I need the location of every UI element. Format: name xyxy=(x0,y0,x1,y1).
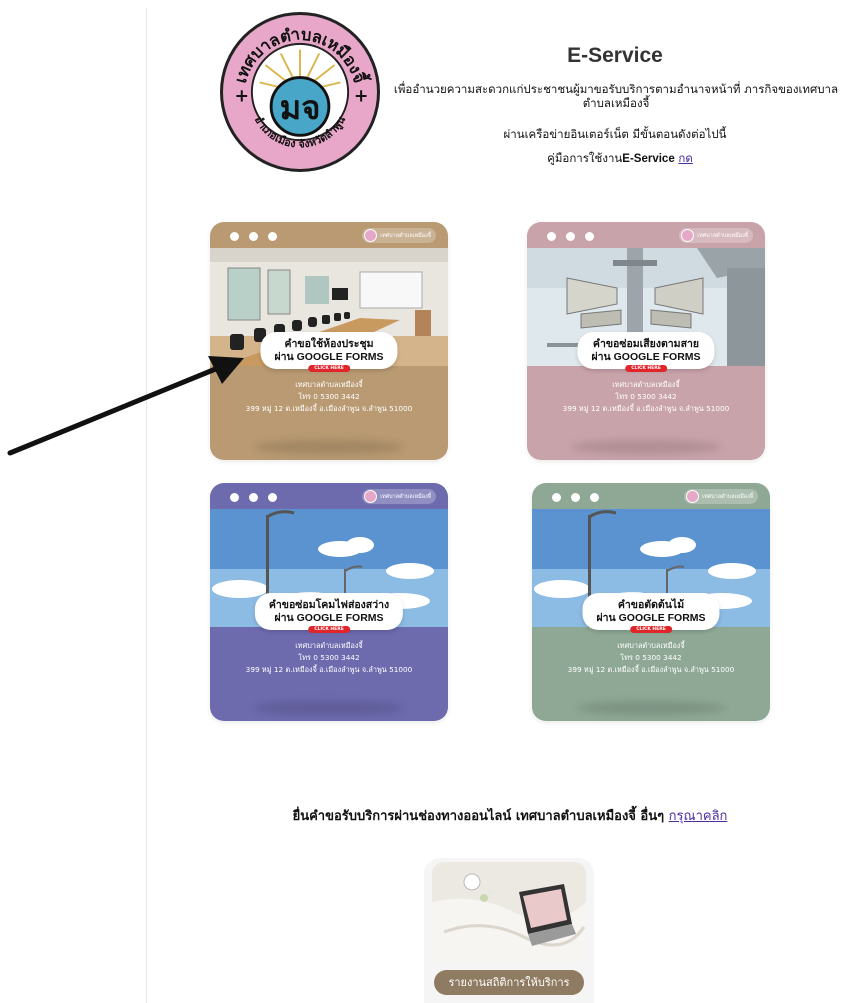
service-card-street-light[interactable]: เทศบาลตำบลเหมืองจี้ คำขอซ่อมโคมไฟส่องสว่… xyxy=(210,483,448,721)
service-stats-button[interactable]: รายงานสถิติการให้บริการ xyxy=(434,970,584,995)
card-title: คำขอซ่อมโคมไฟส่องสว่าง xyxy=(268,599,390,611)
service-card-tree-cutting[interactable]: เทศบาลตำบลเหมืองจี้ คำขอตัดต้นไม้ ผ่าน G… xyxy=(532,483,770,721)
page-divider xyxy=(146,8,147,1003)
seal-mini-icon xyxy=(364,229,378,242)
click-here-button[interactable]: CLICK HERE xyxy=(308,365,350,372)
card-contact-info: เทศบาลตำบลเหมืองจี้ โทร 0 5300 3442 399 หม… xyxy=(245,641,413,674)
card-title-pill: คำขอใช้ห้องประชุม ผ่าน GOOGLE FORMS xyxy=(260,332,398,369)
page-subtext: ผ่านเครือข่ายอินเตอร์เน็ต มีขั้นตอนดังต่… xyxy=(503,127,727,141)
svg-text:+: + xyxy=(354,87,369,107)
window-dots-icon xyxy=(547,232,594,241)
brand-badge: เทศบาลตำบลเหมืองจี้ xyxy=(679,228,753,243)
manual-prefix: คู่มือการใช้งาน xyxy=(547,151,623,165)
card-contact-info: เทศบาลตำบลเหมืองจี้ โทร 0 5300 3442 399 หม… xyxy=(562,380,730,413)
card-title: คำขอใช้ห้องประชุม xyxy=(284,338,374,350)
window-dots-icon xyxy=(230,493,277,502)
click-here-button[interactable]: CLICK HERE xyxy=(308,626,350,633)
service-stats-card[interactable]: รายงานสถิติการให้บริการ xyxy=(424,858,594,1003)
card-title: คำขอซ่อมเสียงตามสาย xyxy=(592,338,700,350)
seal-mini-icon xyxy=(686,490,700,503)
manual-line: คู่มือการใช้งานE-Service กด xyxy=(520,150,720,168)
other-services-link[interactable]: กรุณาคลิก xyxy=(669,809,728,824)
municipality-seal-logo: มจ เทศบาลตำบลเหมืองจี้ อำเภอเมือง จังหวั… xyxy=(220,12,380,172)
window-dots-icon xyxy=(552,493,599,502)
seal-center-text: มจ xyxy=(280,89,321,127)
card-title: คำขอตัดต้นไม้ xyxy=(617,599,685,611)
brand-badge: เทศบาลตำบลเหมืองจี้ xyxy=(362,228,436,243)
page-title: E-Service xyxy=(567,44,663,67)
card-contact-info: เทศบาลตำบลเหมืองจี้ โทร 0 5300 3442 399 หม… xyxy=(567,641,735,674)
card-title-pill: คำขอซ่อมโคมไฟส่องสว่าง ผ่าน GOOGLE FORMS xyxy=(254,593,404,630)
seal-mini-icon xyxy=(681,229,695,242)
window-dots-icon xyxy=(230,232,277,241)
laptop-bed-photo xyxy=(432,862,586,962)
manual-bold: E-Service xyxy=(622,153,675,165)
card-title-pill: คำขอตัดต้นไม้ ผ่าน GOOGLE FORMS xyxy=(582,593,720,630)
card-subtitle: ผ่าน GOOGLE FORMS xyxy=(591,351,701,363)
page-description: เพื่ออำนวยความสะดวกแก่ประชาชนผู้มาขอรับบ… xyxy=(393,82,839,110)
brand-badge: เทศบาลตำบลเหมืองจี้ xyxy=(362,489,436,504)
manual-link[interactable]: กด xyxy=(678,151,692,165)
card-title-pill: คำขอซ่อมเสียงตามสาย ผ่าน GOOGLE FORMS xyxy=(577,332,715,369)
brand-badge: เทศบาลตำบลเหมืองจี้ xyxy=(684,489,758,504)
click-here-button[interactable]: CLICK HERE xyxy=(630,626,672,633)
other-services-text: ยื่นคำขอรับบริการผ่านช่องทางออนไลน์ เทศบ… xyxy=(292,809,665,824)
card-subtitle: ผ่าน GOOGLE FORMS xyxy=(274,612,384,624)
click-here-button[interactable]: CLICK HERE xyxy=(625,365,667,372)
pointer-arrow-icon xyxy=(7,356,244,456)
other-services-line: ยื่นคำขอรับบริการผ่านช่องทางออนไลน์ เทศบ… xyxy=(225,805,795,826)
card-subtitle: ผ่าน GOOGLE FORMS xyxy=(596,612,706,624)
card-subtitle: ผ่าน GOOGLE FORMS xyxy=(274,351,384,363)
service-card-loudspeaker[interactable]: เทศบาลตำบลเหมืองจี้ คำขอซ่อมเสียงตามสาย … xyxy=(527,222,765,460)
svg-text:+: + xyxy=(235,87,250,107)
seal-mini-icon xyxy=(364,490,378,503)
